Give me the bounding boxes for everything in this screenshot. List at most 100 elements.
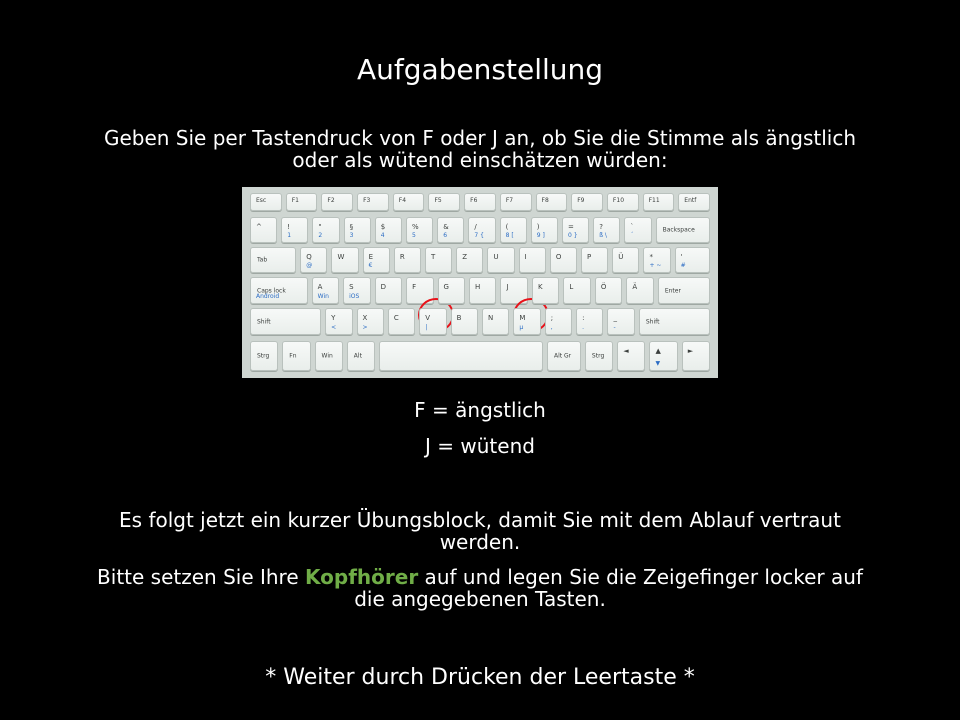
key-label: Strg [591,352,605,360]
key-sublabel: - [613,324,616,331]
key-sublabel: 5 [412,232,416,239]
key-label: ' [680,253,683,261]
key-sublabel: 3 [349,232,354,239]
key-label: Ä [632,283,638,291]
key-": " 2 [312,217,340,243]
key-label: Esc [256,197,267,204]
key-sublabel: 8 [ [505,232,514,239]
key-d: D [374,277,403,304]
key-►: ► [681,341,710,371]
practice-info-line-1: Es folgt jetzt ein kurzer Übungsblock, d… [119,508,841,532]
key-&: & 6 [437,217,465,243]
key-f-mapping: F = ängstlich [414,398,546,422]
key-label: F6 [470,197,478,204]
key-§: § 3 [343,217,371,243]
key-sublabel: < [331,324,337,331]
key-label: & [443,223,449,231]
key-label: $ [380,223,386,231]
key-label: R [399,253,405,261]
key-k: K [531,277,560,304]
key-label: H [475,283,481,291]
key-label: L [569,283,574,291]
key-label: I [524,253,527,261]
key-:: :. [576,308,604,335]
key-sublabel: > [362,324,368,331]
key-sublabel: | [425,324,428,331]
keyboard-image: Esc F1 F2 F3 F4 F5 F6 F7 F8 F9 F10 F11 Entf ^! 1 " 2 § 3 $4… [242,187,718,378]
key-f2: F2 [321,193,354,211]
key-*: * + ~ [643,247,671,273]
key-label: F7 [505,197,514,204]
key-sublabel: € [368,262,373,269]
key-f3: F3 [357,193,389,211]
key-◄: ◄ [617,341,646,371]
key-m: Mµ [513,308,541,335]
key-q: Q @ [300,247,328,273]
key-f9: F9 [571,193,603,211]
key-_: _ - [607,308,635,335]
key-label: B [456,314,462,322]
key-sublabel: 9 ] [536,232,545,239]
key-label: K [537,283,543,291]
key-sublabel: 7 { [474,232,484,239]
key-label: F10 [612,197,625,204]
key-label: Win [321,352,333,360]
key-sublabel: . [582,324,585,331]
instruction-line-1: Geben Sie per Tastendruck von F oder J a… [103,126,857,150]
key-label: M [519,314,526,322]
key-label: E [368,253,374,261]
key-h: H [469,277,497,304]
key-label: ▲ [655,347,661,355]
key-label: W [337,253,345,261]
key-label: ! [287,223,290,231]
key-sublabel: 1 [287,232,292,239]
key-g: G [437,277,465,304]
instruction-line-2: oder als wütend einschätzen würden: [292,148,668,172]
continue-prompt: * Weiter durch Drücken der Leertaste * [265,665,695,690]
key-/: /7 { [468,217,496,243]
key-ü: Ü [612,247,640,273]
key-o: O [549,247,578,273]
key-c: C [387,308,416,335]
key-sublabel: 2 [318,232,323,239]
key-label: Entf [684,197,697,204]
key-strg: Strg [584,341,614,371]
key-label: P [587,253,592,261]
key-esc: Esc [250,193,282,211]
key-entf: Entf [678,193,710,211]
key-alt-gr: Alt Gr [547,341,581,371]
key-label: N [488,314,494,322]
key-ä: Ä [626,277,654,304]
key-f8: F8 [535,193,568,211]
key-f5: F5 [428,193,461,211]
headphones-text-pre: Bitte setzen Sie Ihre [97,565,306,589]
key-enter: Enter [657,277,710,304]
key-label: ► [687,347,694,355]
key-ö: Ö [594,277,623,304]
key-?: ? ß \ [593,217,621,243]
key-label: O [555,253,562,261]
key-label: F3 [363,197,371,204]
key-x: X > [356,308,384,335]
key-label: Backspace [662,226,695,234]
key-sublabel: 0 } [568,232,578,239]
key-caps-lock: Caps lock Android [250,277,308,304]
key-f10: F10 [606,193,639,211]
key-r: R [393,247,422,273]
key-sublabel: Win [317,293,329,300]
key-label: Strg [257,352,270,360]
key-label: / [474,223,477,231]
key-sublabel: ß \ [599,232,607,239]
key-=: = 0 } [562,217,590,243]
headphones-line-1: Bitte setzen Sie Ihre Kopfhörer auf und … [40,566,920,588]
key-label: G [443,283,449,291]
key-label: C [393,314,399,322]
key-label: Enter [664,287,681,294]
key-n: N [482,308,510,335]
key-label: % [412,223,419,231]
key-f6: F6 [464,193,496,211]
key-label: Ü [618,253,624,261]
key-label: D [380,283,386,291]
key-f7: F7 [499,193,532,211]
key-sublabel: µ [519,324,524,331]
